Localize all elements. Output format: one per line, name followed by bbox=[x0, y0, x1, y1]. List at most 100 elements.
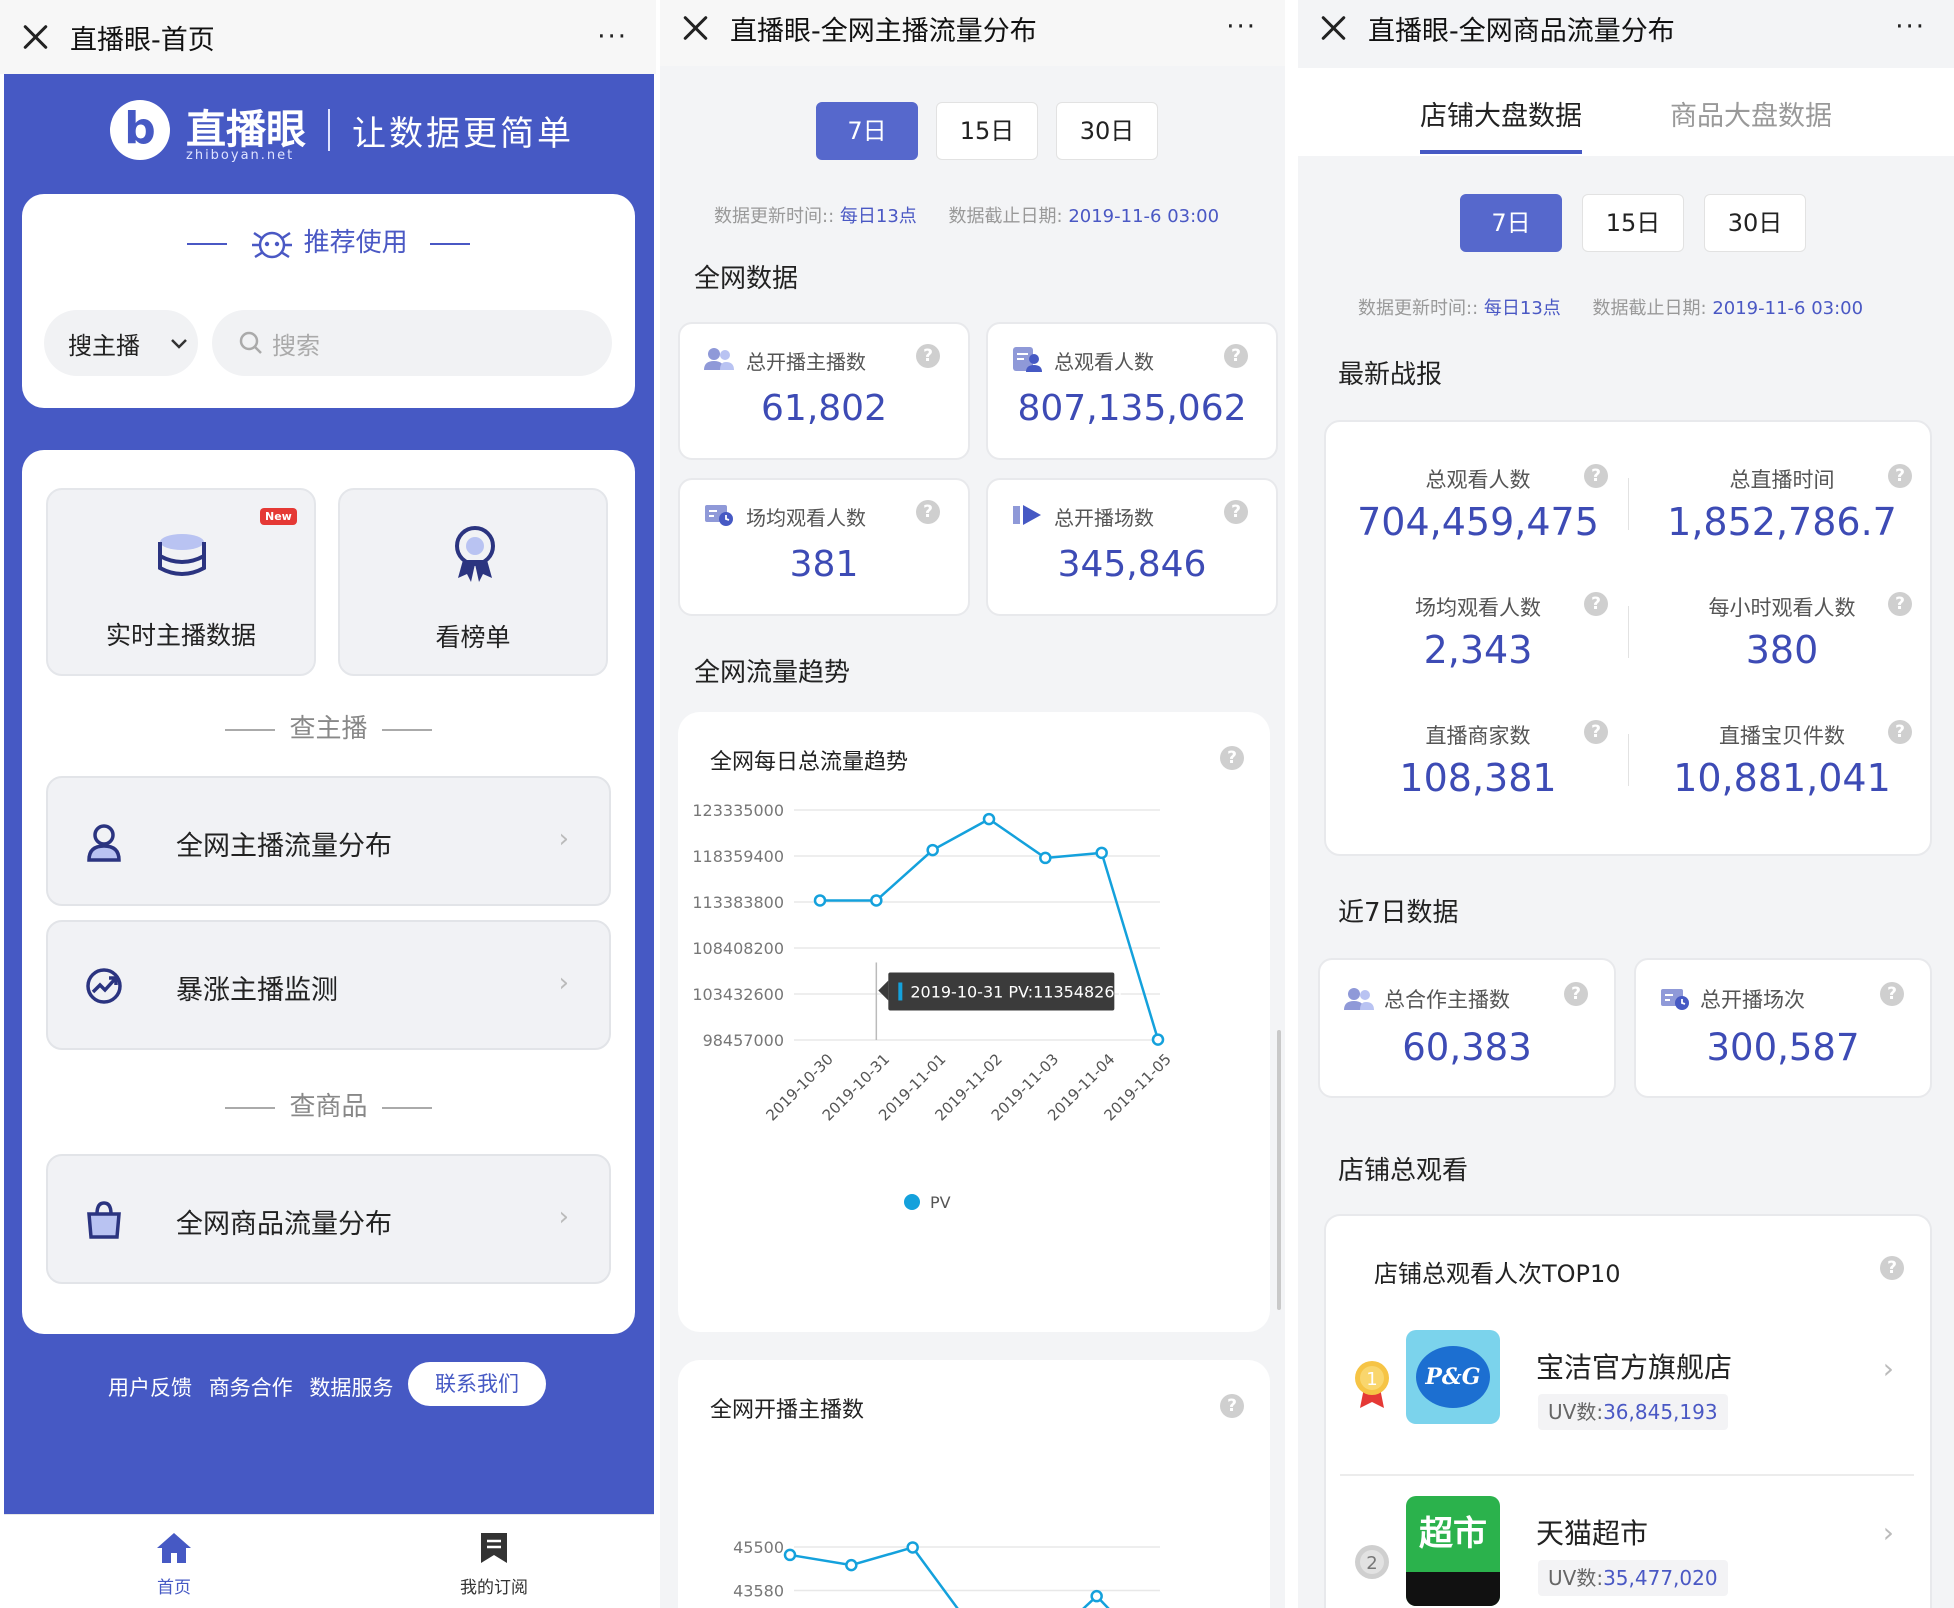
help-icon[interactable]: ? bbox=[1888, 464, 1912, 488]
store-title: 店铺总观看 bbox=[1338, 1156, 1469, 1186]
period-15d-button[interactable]: 15日 bbox=[1582, 194, 1684, 252]
kv-value: 1,852,786.7 bbox=[1667, 500, 1897, 544]
period-30d-button[interactable]: 30日 bbox=[1704, 194, 1806, 252]
series-line bbox=[789, 1546, 1110, 1608]
stat-label: 总开播场数 bbox=[1054, 506, 1154, 530]
period-30d-button[interactable]: 30日 bbox=[1056, 102, 1158, 160]
divider bbox=[1628, 606, 1629, 658]
help-icon[interactable]: ? bbox=[1220, 1394, 1244, 1418]
chevron-right-icon: › bbox=[558, 1202, 569, 1232]
store-logo-text: 超市 bbox=[1419, 1514, 1487, 1554]
contact-button[interactable]: 联系我们 bbox=[408, 1362, 546, 1406]
data-point bbox=[1095, 846, 1108, 860]
logo-mark-icon: b bbox=[110, 100, 170, 160]
stat-label: 总观看人数 bbox=[1054, 350, 1154, 374]
menu-item-goods-flow[interactable]: 全网商品流量分布 › bbox=[46, 1154, 611, 1284]
cutoff-value: 2019-11-6 03:00 bbox=[1712, 298, 1864, 319]
scrollbar[interactable] bbox=[1277, 1030, 1281, 1310]
help-icon[interactable]: ? bbox=[1220, 746, 1244, 770]
kv-merchants: 直播商家数 108,381 ? bbox=[1326, 720, 1630, 800]
feedback-link[interactable]: 用户反馈 bbox=[108, 1376, 192, 1400]
data-service-link[interactable]: 数据服务 bbox=[309, 1376, 393, 1400]
section-anchor-text: 查主播 bbox=[289, 714, 368, 744]
menu-item-surge-monitor[interactable]: 暴涨主播监测 › bbox=[46, 920, 611, 1050]
data-point bbox=[982, 812, 996, 826]
help-icon[interactable]: ? bbox=[1584, 464, 1608, 488]
tab-goods-data[interactable]: 商品大盘数据 bbox=[1670, 94, 1832, 133]
recent-stat-card: 总合作主播数 ? 60,383 bbox=[1318, 958, 1616, 1098]
store-name: 天猫超市 bbox=[1536, 1517, 1649, 1550]
anchor-count-chart[interactable]: 416604358045500 bbox=[678, 1420, 1270, 1608]
update-time: 数据更新时间:: 每日13点 数据截止日期: 2019-11-6 03:00 bbox=[1358, 294, 1863, 320]
tab-home[interactable]: 首页 bbox=[134, 1531, 214, 1598]
data-point bbox=[1090, 1589, 1103, 1603]
more-menu-icon[interactable]: ··· bbox=[597, 22, 628, 52]
data-point bbox=[813, 894, 827, 907]
slogan: 让数据更简单 bbox=[352, 113, 574, 154]
award-ribbon-icon bbox=[455, 526, 495, 582]
period-15d-button[interactable]: 15日 bbox=[936, 102, 1038, 160]
tab-label: 我的订阅 bbox=[460, 1578, 528, 1598]
ranking-tile[interactable]: 看榜单 bbox=[338, 488, 608, 676]
shopping-bag-icon bbox=[87, 1201, 121, 1239]
period-7d-button[interactable]: 7日 bbox=[1460, 194, 1562, 252]
medal-rank: 1 bbox=[1366, 1369, 1377, 1390]
close-icon[interactable] bbox=[18, 19, 54, 55]
close-icon[interactable] bbox=[678, 10, 714, 46]
stat-value: 345,846 bbox=[1057, 544, 1207, 585]
data-point bbox=[783, 1548, 797, 1562]
realtime-anchor-tile[interactable]: New 实时主播数据 bbox=[46, 488, 316, 676]
y-tick-label: 118359400 bbox=[692, 847, 784, 866]
business-link[interactable]: 商务合作 bbox=[209, 1376, 293, 1400]
tab-bar: 首页 我的订阅 bbox=[4, 1514, 654, 1608]
data-tabs: 店铺大盘数据 商品大盘数据 bbox=[1298, 68, 1954, 156]
home-titlebar: 直播眼-首页 ··· bbox=[0, 0, 656, 74]
store-row[interactable]: 2 超市 天猫超市 UV数:35,477,020 › bbox=[1340, 1492, 1914, 1608]
medal-rank: 2 bbox=[1366, 1553, 1377, 1574]
top10-card: 店铺总观看人次TOP10 ? 1 P&G 宝洁官方旗舰店 UV数:36,845,… bbox=[1324, 1214, 1932, 1608]
y-tick-label: 98457000 bbox=[703, 1031, 784, 1050]
tab-subscriptions[interactable]: 我的订阅 bbox=[444, 1531, 544, 1598]
help-icon[interactable]: ? bbox=[1224, 344, 1248, 368]
logo-sub: zhiboyan.net bbox=[186, 148, 295, 163]
kv-value: 704,459,475 bbox=[1357, 500, 1599, 544]
footer-links: 用户反馈 商务合作 数据服务 bbox=[108, 1372, 393, 1402]
recent-stat-card: 总开播场次 ? 300,587 bbox=[1634, 958, 1932, 1098]
search-input[interactable]: 搜索 bbox=[212, 310, 612, 376]
screen-clock-icon bbox=[705, 505, 733, 526]
help-icon[interactable]: ? bbox=[1888, 720, 1912, 744]
menu-item-anchor-flow[interactable]: 全网主播流量分布 › bbox=[46, 776, 611, 906]
help-icon[interactable]: ? bbox=[1888, 592, 1912, 616]
close-icon[interactable] bbox=[1316, 10, 1352, 46]
tab-store-data[interactable]: 店铺大盘数据 bbox=[1420, 94, 1582, 133]
help-icon[interactable]: ? bbox=[1584, 720, 1608, 744]
kv-avg-viewers: 场均观看人数 2,343 ? bbox=[1326, 592, 1630, 672]
kv-items: 直播宝贝件数 10,881,041 ? bbox=[1630, 720, 1934, 800]
daily-flow-chart[interactable]: 98457000 103432600 108408200 113383800 11835… bbox=[678, 772, 1270, 1332]
more-menu-icon[interactable]: ··· bbox=[1895, 12, 1926, 42]
more-menu-icon[interactable]: ··· bbox=[1226, 12, 1257, 42]
goods-flow-panel: 直播眼-全网商品流量分布 ··· 店铺大盘数据 商品大盘数据 7日 15日 30… bbox=[1298, 0, 1954, 1608]
help-icon[interactable]: ? bbox=[1880, 982, 1904, 1006]
store-name: 宝洁官方旗舰店 bbox=[1536, 1351, 1733, 1384]
cutoff-label: 数据截止日期: bbox=[1592, 298, 1707, 319]
update-label: 数据更新时间:: bbox=[714, 206, 835, 227]
help-icon[interactable]: ? bbox=[1564, 982, 1588, 1006]
cutoff-label: 数据截止日期: bbox=[948, 206, 1063, 227]
help-icon[interactable]: ? bbox=[916, 344, 940, 368]
goods-flow-titlebar: 直播眼-全网商品流量分布 ··· bbox=[1298, 0, 1954, 66]
period-7d-button[interactable]: 7日 bbox=[816, 102, 918, 160]
database-icon bbox=[158, 534, 206, 576]
divider bbox=[1628, 734, 1629, 786]
data-point bbox=[926, 843, 939, 857]
help-icon[interactable]: ? bbox=[1584, 592, 1608, 616]
store-row[interactable]: 1 P&G 宝洁官方旗舰店 UV数:36,845,193 › bbox=[1340, 1316, 1914, 1476]
section-goods: 查商品 bbox=[22, 1086, 635, 1123]
help-icon[interactable]: ? bbox=[1880, 1256, 1904, 1280]
help-icon[interactable]: ? bbox=[1224, 500, 1248, 524]
stat-label: 总开播主播数 bbox=[746, 350, 866, 374]
legend-marker bbox=[904, 1194, 920, 1210]
help-icon[interactable]: ? bbox=[916, 500, 940, 524]
search-type-select[interactable]: 搜主播 bbox=[44, 310, 198, 376]
y-tick-label: 43580 bbox=[733, 1582, 784, 1601]
